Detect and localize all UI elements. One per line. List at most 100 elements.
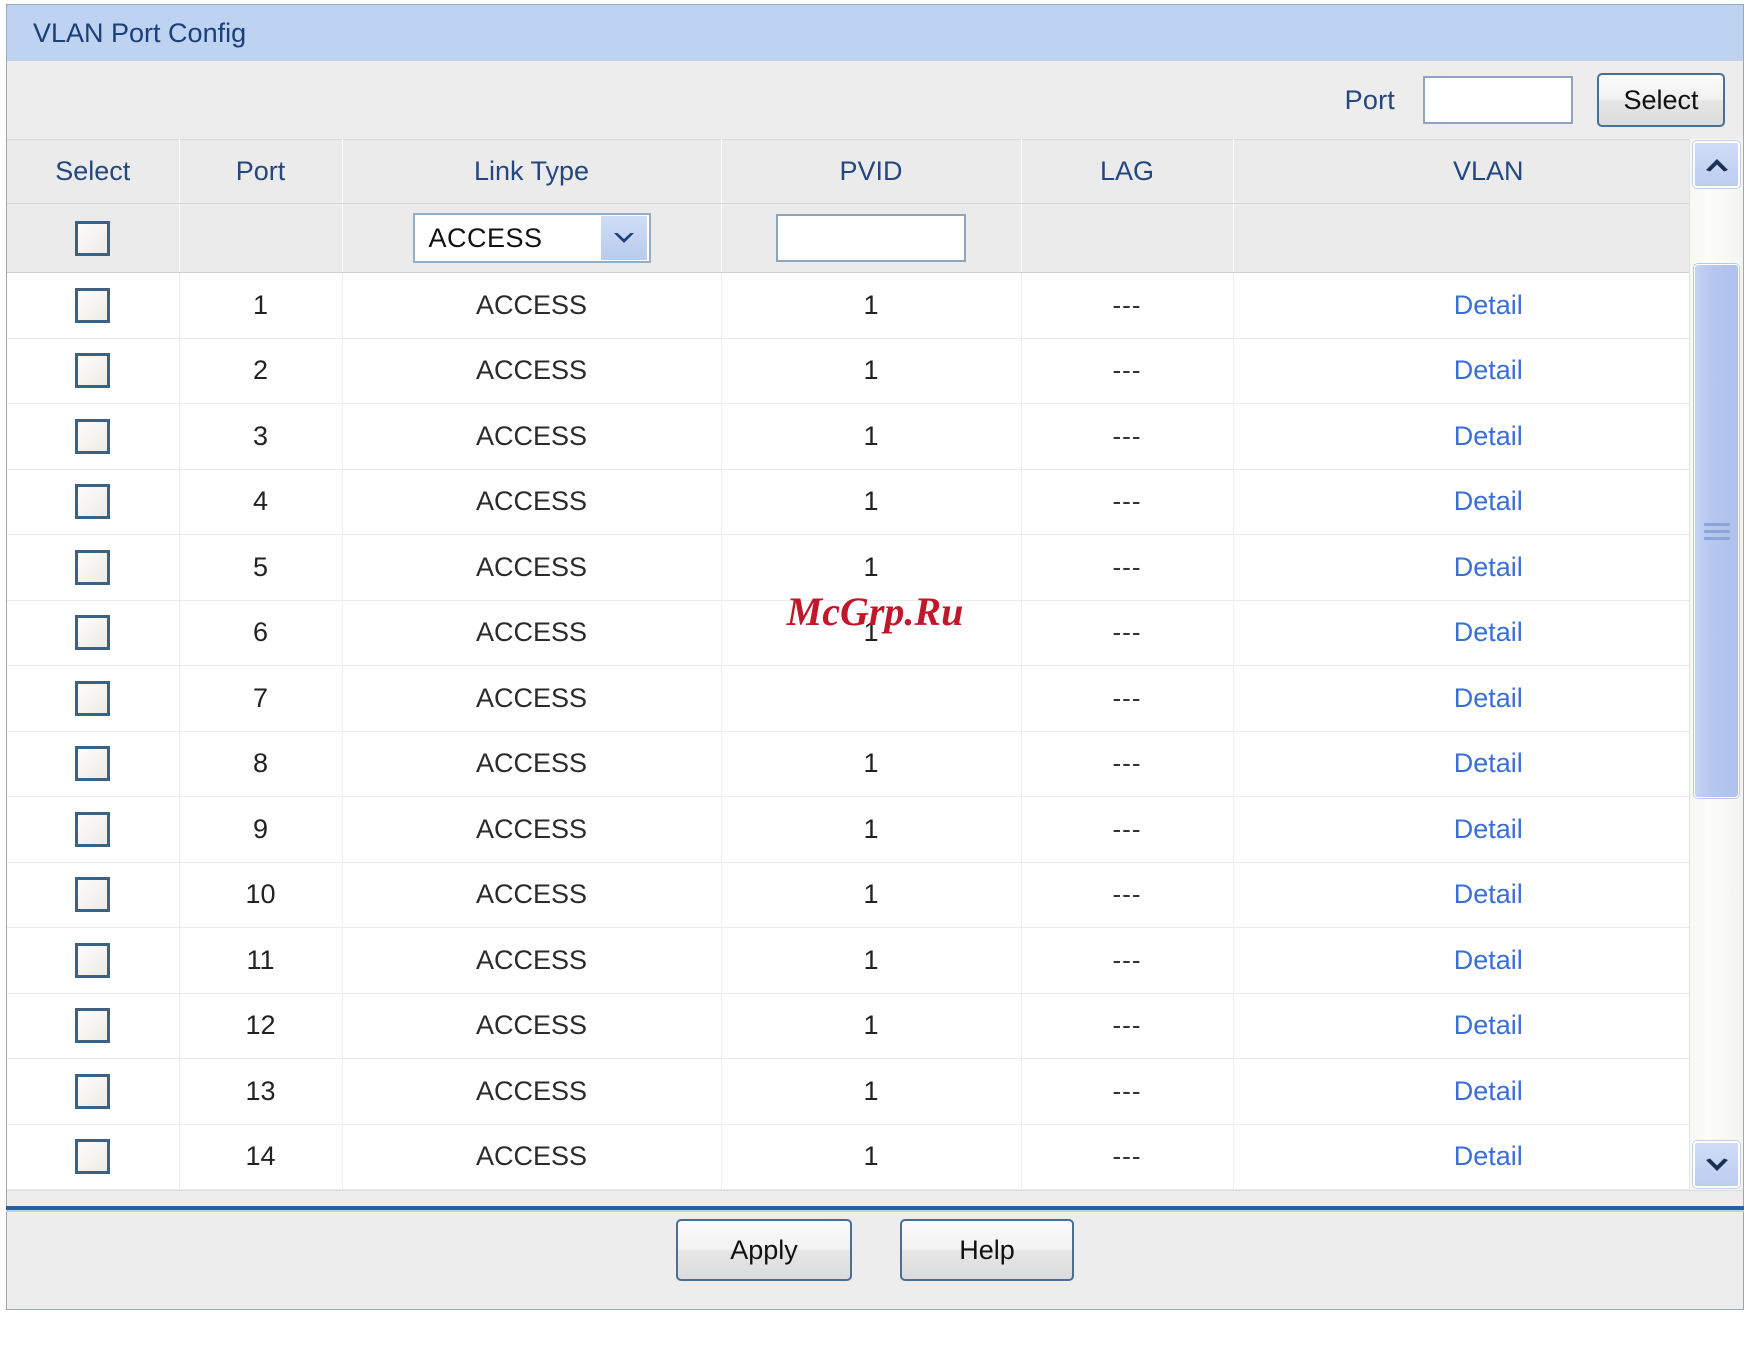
vlan-detail-link[interactable]: Detail <box>1454 486 1523 516</box>
help-button[interactable]: Help <box>900 1219 1074 1281</box>
row-select-checkbox[interactable] <box>75 680 111 716</box>
table-row: 7 ACCESS --- Detail <box>7 665 1743 732</box>
row-lag-cell: --- <box>1021 403 1234 470</box>
chevron-down-icon[interactable] <box>600 216 647 260</box>
chevron-up-icon <box>1705 158 1728 171</box>
row-select-checkbox[interactable] <box>75 1139 111 1175</box>
row-port-cell: 6 <box>179 600 343 666</box>
column-header-pvid: PVID <box>721 139 1022 204</box>
row-port-cell: 8 <box>179 731 343 797</box>
row-vlan-cell: Detail <box>1233 731 1743 797</box>
row-lag-cell: --- <box>1021 600 1234 666</box>
filter-link-type-cell: ACCESS <box>342 203 722 273</box>
table-row: 10 ACCESS 1 --- Detail <box>7 862 1743 928</box>
row-select-checkbox[interactable] <box>75 484 111 520</box>
vlan-detail-link[interactable]: Detail <box>1454 1141 1523 1171</box>
port-filter-input[interactable] <box>1423 76 1573 124</box>
row-select-checkbox[interactable] <box>75 353 111 389</box>
link-type-select[interactable]: ACCESS <box>412 213 651 263</box>
vlan-detail-link[interactable]: Detail <box>1454 879 1523 909</box>
row-pvid-cell: 1 <box>721 534 1022 601</box>
row-port-cell: 14 <box>179 1124 343 1190</box>
row-lag-cell: --- <box>1021 665 1234 732</box>
vlan-detail-link[interactable]: Detail <box>1454 355 1523 385</box>
column-header-link-type: Link Type <box>342 139 722 204</box>
scroll-down-button[interactable] <box>1693 1141 1740 1188</box>
row-select-checkbox[interactable] <box>75 418 111 454</box>
row-link-type-cell: ACCESS <box>342 862 722 928</box>
row-vlan-cell: Detail <box>1233 272 1743 339</box>
link-type-select-value: ACCESS <box>428 222 543 253</box>
vlan-detail-link[interactable]: Detail <box>1454 945 1523 975</box>
row-vlan-cell: Detail <box>1233 534 1743 601</box>
select-all-checkbox[interactable] <box>75 220 111 256</box>
row-select-cell <box>7 862 180 928</box>
row-lag-cell: --- <box>1021 1058 1234 1125</box>
row-select-cell <box>7 403 180 470</box>
vlan-detail-link[interactable]: Detail <box>1454 1010 1523 1040</box>
row-pvid-cell: 1 <box>721 796 1022 863</box>
row-vlan-cell: Detail <box>1233 600 1743 666</box>
row-lag-cell: --- <box>1021 1124 1234 1190</box>
table-row: 5 ACCESS 1 --- Detail <box>7 534 1743 601</box>
column-header-select: Select <box>7 139 180 204</box>
row-port-cell: 11 <box>179 927 343 994</box>
row-link-type-cell: ACCESS <box>342 1124 722 1190</box>
row-link-type-cell: ACCESS <box>342 927 722 994</box>
table-scrollbar[interactable] <box>1689 139 1743 1190</box>
row-select-cell <box>7 469 180 535</box>
row-vlan-cell: Detail <box>1233 927 1743 994</box>
row-port-cell: 13 <box>179 1058 343 1125</box>
row-pvid-cell: 1 <box>721 862 1022 928</box>
vlan-detail-link[interactable]: Detail <box>1454 421 1523 451</box>
row-select-checkbox[interactable] <box>75 746 111 782</box>
vlan-detail-link[interactable]: Detail <box>1454 1076 1523 1106</box>
scroll-thumb[interactable] <box>1694 264 1739 798</box>
row-vlan-cell: Detail <box>1233 796 1743 863</box>
row-pvid-cell: 1 <box>721 403 1022 470</box>
vlan-port-table: Select Port Link Type PVID LAG VLAN ACCE… <box>7 139 1743 1190</box>
scroll-thumb-grip <box>1703 519 1730 544</box>
select-button[interactable]: Select <box>1597 73 1725 127</box>
row-port-cell: 3 <box>179 403 343 470</box>
row-select-cell <box>7 1124 180 1190</box>
row-select-checkbox[interactable] <box>75 1073 111 1109</box>
row-lag-cell: --- <box>1021 862 1234 928</box>
apply-button[interactable]: Apply <box>676 1219 852 1281</box>
row-select-checkbox[interactable] <box>75 549 111 585</box>
row-vlan-cell: Detail <box>1233 665 1743 732</box>
row-select-cell <box>7 796 180 863</box>
table-row: 1 ACCESS 1 --- Detail <box>7 272 1743 339</box>
row-select-cell <box>7 338 180 404</box>
row-select-checkbox[interactable] <box>75 287 111 323</box>
row-select-checkbox[interactable] <box>75 942 111 978</box>
row-select-checkbox[interactable] <box>75 615 111 651</box>
row-pvid-cell: 1 <box>721 927 1022 994</box>
row-pvid-cell: 1 <box>721 1124 1022 1190</box>
row-select-checkbox[interactable] <box>75 811 111 847</box>
row-select-checkbox[interactable] <box>75 877 111 913</box>
row-lag-cell: --- <box>1021 796 1234 863</box>
row-pvid-cell: 1 <box>721 272 1022 339</box>
table-row: 8 ACCESS 1 --- Detail <box>7 731 1743 797</box>
row-link-type-cell: ACCESS <box>342 796 722 863</box>
table-filter-row: ACCESS <box>7 203 1743 273</box>
row-link-type-cell: ACCESS <box>342 731 722 797</box>
vlan-detail-link[interactable]: Detail <box>1454 617 1523 647</box>
vlan-detail-link[interactable]: Detail <box>1454 552 1523 582</box>
table-row: 4 ACCESS 1 --- Detail <box>7 469 1743 535</box>
table-row: 9 ACCESS 1 --- Detail <box>7 796 1743 863</box>
table-row: 13 ACCESS 1 --- Detail <box>7 1058 1743 1125</box>
row-select-checkbox[interactable] <box>75 1008 111 1044</box>
vlan-detail-link[interactable]: Detail <box>1454 683 1523 713</box>
scroll-up-button[interactable] <box>1693 141 1740 188</box>
vlan-detail-link[interactable]: Detail <box>1454 814 1523 844</box>
row-vlan-cell: Detail <box>1233 403 1743 470</box>
vlan-port-config-page: VLAN Port Config Port Select Select Port… <box>0 0 1750 1360</box>
row-link-type-cell: ACCESS <box>342 272 722 339</box>
pvid-filter-input[interactable] <box>776 214 966 262</box>
table-row: 11 ACCESS 1 --- Detail <box>7 927 1743 994</box>
vlan-detail-link[interactable]: Detail <box>1454 748 1523 778</box>
row-port-cell: 5 <box>179 534 343 601</box>
vlan-detail-link[interactable]: Detail <box>1454 290 1523 320</box>
